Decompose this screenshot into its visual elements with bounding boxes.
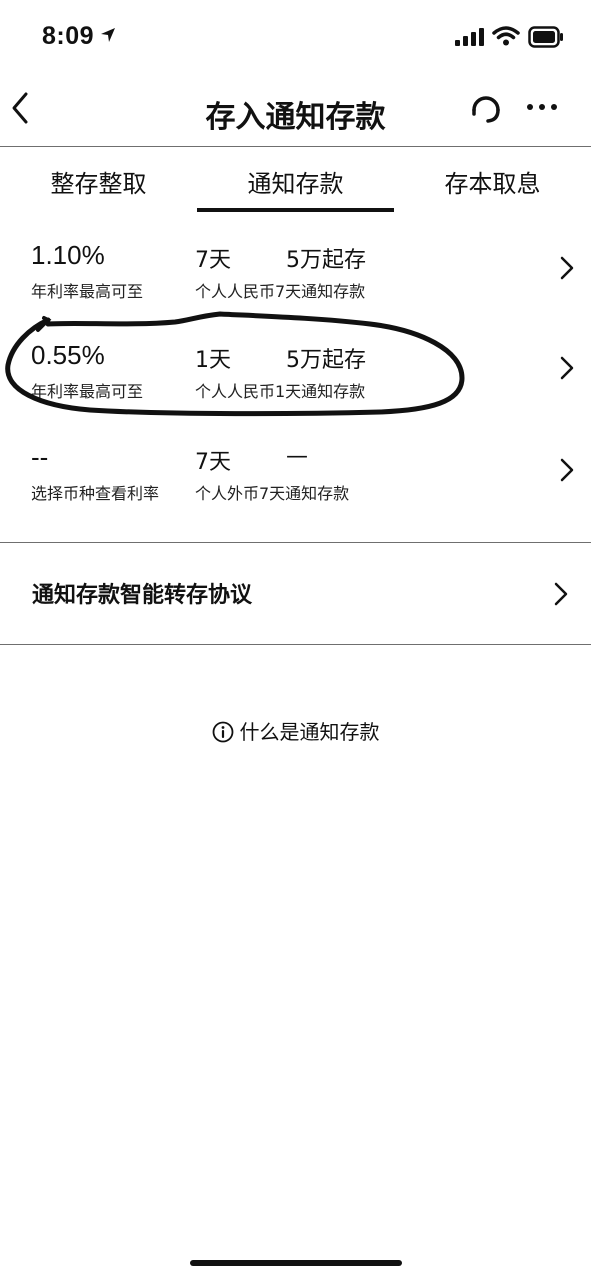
info-link-label: 什么是通知存款: [239, 720, 380, 744]
product-term: 7天: [195, 248, 231, 273]
product-name: 个人人民币7天通知存款: [195, 282, 366, 301]
info-icon: [212, 721, 233, 742]
chevron-right-icon: [560, 356, 574, 380]
product-row-rmb-1day[interactable]: 0.55% 年利率最高可至 1天 5万起存 个人人民币1天通知存款: [0, 340, 591, 440]
product-rate-label: 选择币种查看利率: [31, 484, 160, 503]
battery-icon: [528, 26, 563, 48]
chevron-right-icon: [560, 458, 574, 482]
more-icon[interactable]: [524, 94, 560, 120]
product-rate: 1.10%: [31, 240, 105, 270]
product-rate-label: 年利率最高可至: [31, 282, 144, 301]
product-row-rmb-7day[interactable]: 1.10% 年利率最高可至 7天 5万起存 个人人民币7天通知存款: [0, 240, 591, 340]
chevron-right-icon: [554, 582, 568, 606]
product-minimum: —: [286, 444, 308, 469]
smart-rollover-agreement-link[interactable]: 通知存款智能转存协议: [32, 577, 252, 609]
product-term: 7天: [195, 450, 231, 475]
location-arrow-icon: [101, 28, 115, 42]
customer-service-icon[interactable]: [468, 90, 504, 126]
section-divider: [0, 542, 591, 543]
product-minimum: 5万起存: [286, 348, 366, 373]
wifi-icon: [492, 26, 520, 46]
home-indicator: [190, 1260, 402, 1266]
product-term: 1天: [195, 348, 231, 373]
product-minimum: 5万起存: [286, 248, 366, 273]
tab-interest-withdrawal[interactable]: 存本取息: [394, 164, 591, 200]
tab-fixed-deposit[interactable]: 整存整取: [0, 164, 197, 200]
what-is-notice-deposit-link[interactable]: 什么是通知存款: [0, 716, 591, 745]
nav-divider: [0, 146, 591, 147]
product-rate: 0.55%: [31, 340, 105, 370]
section-divider: [0, 644, 591, 645]
tab-notice-deposit[interactable]: 通知存款: [197, 164, 394, 200]
product-rate-label: 年利率最高可至: [31, 382, 144, 401]
status-time: 8:09: [42, 22, 95, 50]
product-name: 个人人民币1天通知存款: [195, 382, 366, 401]
product-rate: --: [31, 442, 49, 472]
chevron-right-icon: [560, 256, 574, 280]
product-name: 个人外币7天通知存款: [195, 484, 350, 503]
active-tab-indicator: [197, 208, 394, 212]
product-row-foreign-7day[interactable]: -- 选择币种查看利率 7天 — 个人外币7天通知存款: [0, 442, 591, 542]
cellular-signal-icon: [455, 28, 484, 46]
